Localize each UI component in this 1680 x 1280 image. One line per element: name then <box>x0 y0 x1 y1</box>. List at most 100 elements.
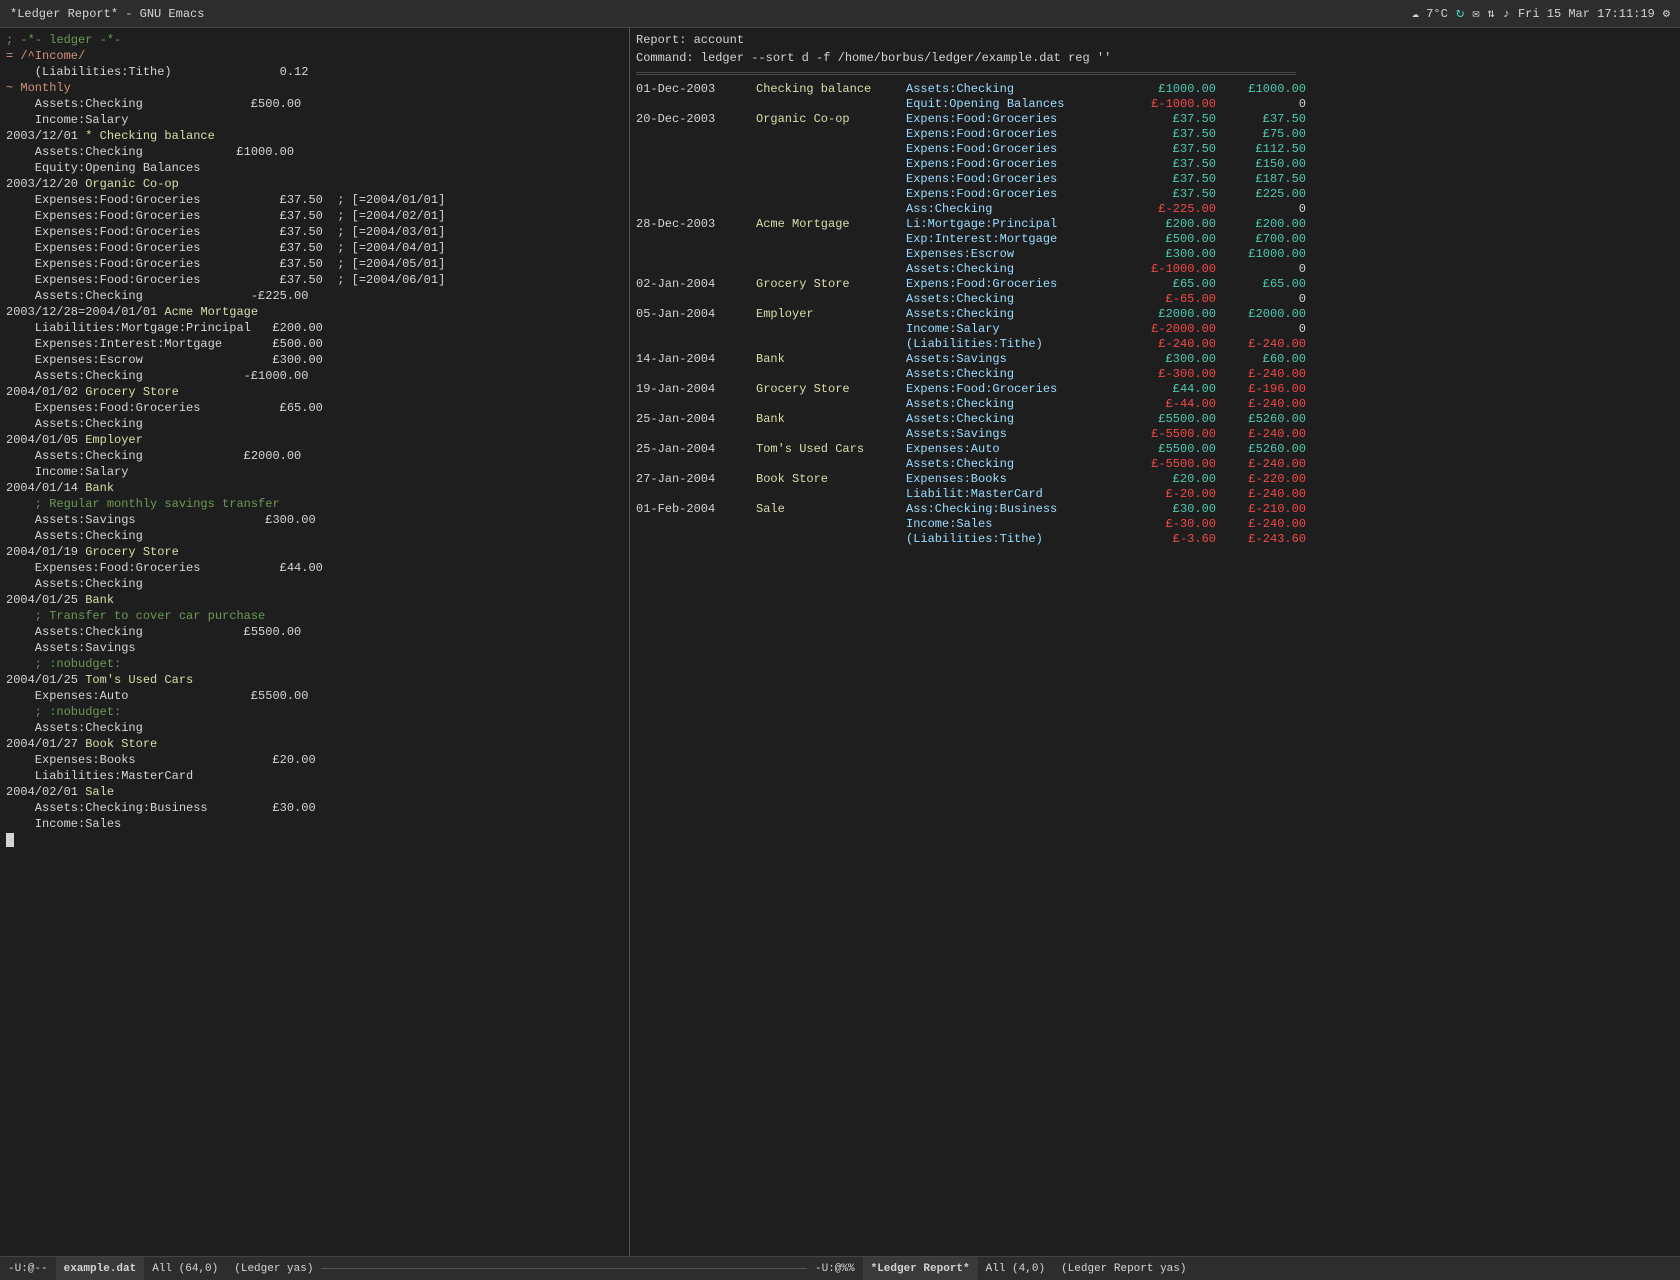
table-row: (Liabilities:Tithe)£-240.00£-240.00 <box>636 337 1674 352</box>
row-account: (Liabilities:Tithe) <box>906 337 1126 352</box>
mail-icon[interactable]: ✉ <box>1472 6 1479 21</box>
table-row: Income:Salary£-2000.000 <box>636 322 1674 337</box>
row-running: 0 <box>1216 292 1306 307</box>
row-desc <box>756 127 906 142</box>
code-line: Expenses:Auto £5500.00 <box>6 688 623 704</box>
table-row: Ass:Checking£-225.000 <box>636 202 1674 217</box>
row-date: 25-Jan-2004 <box>636 442 756 457</box>
right-status-mode: -U:@%% <box>807 1257 863 1280</box>
row-account: Assets:Checking <box>906 457 1126 472</box>
row-date <box>636 517 756 532</box>
table-row: 14-Jan-2004BankAssets:Savings£300.00£60.… <box>636 352 1674 367</box>
table-row: 19-Jan-2004Grocery StoreExpens:Food:Groc… <box>636 382 1674 397</box>
row-running: 0 <box>1216 262 1306 277</box>
settings-icon[interactable]: ⚙ <box>1663 6 1670 21</box>
row-date <box>636 367 756 382</box>
code-line: Expenses:Interest:Mortgage £500.00 <box>6 336 623 352</box>
title-bar-right: ☁ 7°C ↻ ✉ ⇅ ♪ Fri 15 Mar 17:11:19 ⚙ <box>1412 5 1670 22</box>
code-line: Assets:Checking <box>6 576 623 592</box>
row-account: Ass:Checking:Business <box>906 502 1126 517</box>
row-running: £-240.00 <box>1216 337 1306 352</box>
row-account: Assets:Checking <box>906 292 1126 307</box>
row-date: 01-Feb-2004 <box>636 502 756 517</box>
row-desc <box>756 262 906 277</box>
row-running: £700.00 <box>1216 232 1306 247</box>
refresh-icon[interactable]: ↻ <box>1456 5 1464 22</box>
table-row: Expens:Food:Groceries£37.50£225.00 <box>636 187 1674 202</box>
row-running: £5260.00 <box>1216 442 1306 457</box>
row-running: £-220.00 <box>1216 472 1306 487</box>
row-running: £37.50 <box>1216 112 1306 127</box>
row-running: £-210.00 <box>1216 502 1306 517</box>
row-running: £65.00 <box>1216 277 1306 292</box>
row-desc <box>756 517 906 532</box>
row-amount: £-44.00 <box>1126 397 1216 412</box>
row-amount: £44.00 <box>1126 382 1216 397</box>
code-line: 2004/01/27 Book Store <box>6 736 623 752</box>
row-account: Expens:Food:Groceries <box>906 112 1126 127</box>
code-line: 2004/01/05 Employer <box>6 432 623 448</box>
row-amount: £-20.00 <box>1126 487 1216 502</box>
row-running: £5260.00 <box>1216 412 1306 427</box>
row-desc <box>756 397 906 412</box>
main-container: ; -*- ledger -*-= /^Income/ (Liabilities… <box>0 28 1680 1256</box>
row-date <box>636 142 756 157</box>
row-desc: Bank <box>756 412 906 427</box>
row-running: £-240.00 <box>1216 427 1306 442</box>
code-line: Expenses:Food:Groceries £37.50 ; [=2004/… <box>6 224 623 240</box>
row-account: Expens:Food:Groceries <box>906 187 1126 202</box>
row-account: Expens:Food:Groceries <box>906 382 1126 397</box>
table-row: Equit:Opening Balances£-1000.000 <box>636 97 1674 112</box>
code-line: Assets:Savings <box>6 640 623 656</box>
table-row: Expens:Food:Groceries£37.50£75.00 <box>636 127 1674 142</box>
code-line: 2004/01/14 Bank <box>6 480 623 496</box>
row-amount: £500.00 <box>1126 232 1216 247</box>
row-amount: £1000.00 <box>1126 82 1216 97</box>
row-account: Expenses:Auto <box>906 442 1126 457</box>
table-row: Assets:Savings£-5500.00£-240.00 <box>636 427 1674 442</box>
row-desc <box>756 532 906 547</box>
row-desc <box>756 292 906 307</box>
row-account: Expenses:Books <box>906 472 1126 487</box>
code-line: Equity:Opening Balances <box>6 160 623 176</box>
code-line: Assets:Checking <box>6 416 623 432</box>
row-running: £2000.00 <box>1216 307 1306 322</box>
weather-display: ☁ 7°C <box>1412 6 1448 21</box>
row-date <box>636 427 756 442</box>
code-line: Expenses:Food:Groceries £37.50 ; [=2004/… <box>6 256 623 272</box>
row-amount: £-2000.00 <box>1126 322 1216 337</box>
row-date <box>636 247 756 262</box>
row-desc: Book Store <box>756 472 906 487</box>
network-icon[interactable]: ⇅ <box>1488 6 1495 21</box>
row-account: (Liabilities:Tithe) <box>906 532 1126 547</box>
code-line: ; -*- ledger -*- <box>6 32 623 48</box>
row-amount: £-225.00 <box>1126 202 1216 217</box>
code-line: 2004/02/01 Sale <box>6 784 623 800</box>
code-line: Liabilities:Mortgage:Principal £200.00 <box>6 320 623 336</box>
code-line: Assets:Checking:Business £30.00 <box>6 800 623 816</box>
volume-icon[interactable]: ♪ <box>1503 7 1510 21</box>
row-amount: £2000.00 <box>1126 307 1216 322</box>
row-amount: £-1000.00 <box>1126 262 1216 277</box>
table-row: Income:Sales£-30.00£-240.00 <box>636 517 1674 532</box>
row-account: Assets:Checking <box>906 307 1126 322</box>
row-date <box>636 187 756 202</box>
row-amount: £65.00 <box>1126 277 1216 292</box>
row-desc <box>756 337 906 352</box>
table-row: 02-Jan-2004Grocery StoreExpens:Food:Groc… <box>636 277 1674 292</box>
row-date <box>636 232 756 247</box>
row-running: £187.50 <box>1216 172 1306 187</box>
status-bar: -U:@-- example.dat All (64,0) (Ledger ya… <box>0 1256 1680 1280</box>
table-row: Expens:Food:Groceries£37.50£150.00 <box>636 157 1674 172</box>
code-line: 2003/12/01 * Checking balance <box>6 128 623 144</box>
row-running: £1000.00 <box>1216 82 1306 97</box>
row-amount: £5500.00 <box>1126 442 1216 457</box>
table-row: Assets:Checking£-65.000 <box>636 292 1674 307</box>
row-account: Assets:Checking <box>906 397 1126 412</box>
row-desc <box>756 172 906 187</box>
row-desc: Bank <box>756 352 906 367</box>
row-desc <box>756 487 906 502</box>
code-line: Income:Salary <box>6 464 623 480</box>
row-running: £-196.00 <box>1216 382 1306 397</box>
code-line: 2004/01/25 Tom's Used Cars <box>6 672 623 688</box>
